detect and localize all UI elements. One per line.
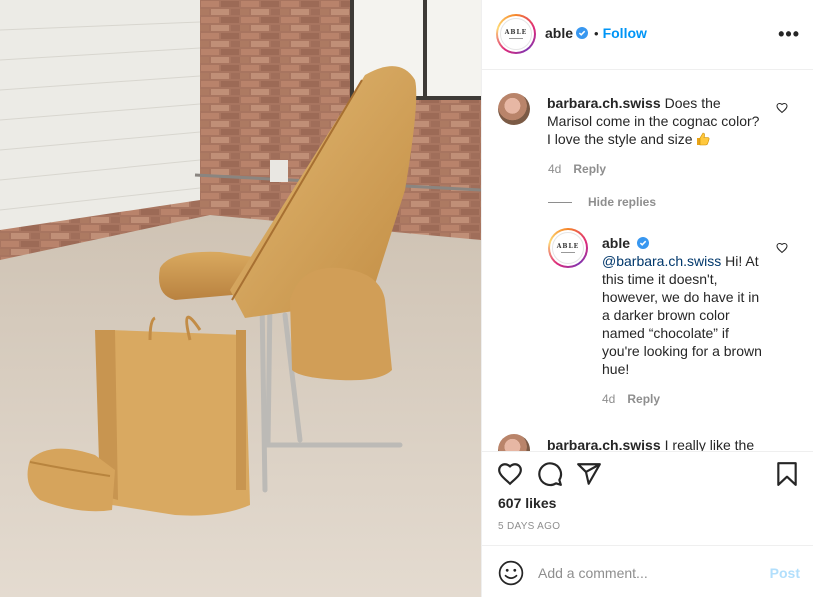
reply-age: 4d: [602, 392, 616, 406]
logo-text: ABLE: [504, 28, 528, 36]
reply-mention[interactable]: @barbara.ch.swiss: [602, 253, 721, 269]
able-logo: ABLE: [500, 18, 532, 50]
reply-text: Hi! At this time it doesn't, however, we…: [602, 253, 762, 377]
post-comment-button[interactable]: Post: [770, 565, 800, 581]
bookmark-icon[interactable]: [774, 461, 800, 487]
like-reply-heart-icon[interactable]: [776, 242, 788, 254]
reply-avatar[interactable]: ABLE: [548, 228, 588, 268]
logo-text: ABLE: [556, 242, 580, 250]
leather-bags-chair-image: [0, 0, 481, 597]
post-date: 5 DAYS AGO: [498, 521, 561, 532]
able-logo: ABLE: [552, 232, 584, 264]
commenter-avatar[interactable]: [498, 434, 530, 451]
likes-count[interactable]: 607 likes: [498, 495, 556, 511]
reply-meta: 4d Reply: [602, 392, 660, 406]
header-account: able • Follow: [545, 25, 647, 41]
instagram-post: ABLE able • Follow ••• barbara.ch.swiss …: [0, 0, 813, 597]
reply-body: able @barbara.ch.swiss Hi! At this time …: [602, 234, 762, 378]
comment-body: barbara.ch.swiss I really like the: [547, 436, 762, 451]
comment-username[interactable]: barbara.ch.swiss: [547, 437, 661, 451]
emoji-icon[interactable]: [498, 560, 524, 586]
verified-badge-icon: [637, 237, 650, 249]
reply-username[interactable]: able: [602, 235, 630, 251]
reply-button[interactable]: Reply: [573, 162, 606, 176]
heart-icon[interactable]: [497, 461, 523, 487]
account-username[interactable]: able: [545, 25, 573, 41]
follow-button[interactable]: Follow: [603, 25, 647, 41]
comment-icon[interactable]: [537, 461, 563, 487]
commenter-avatar[interactable]: [498, 93, 530, 125]
post-sidebar: ABLE able • Follow ••• barbara.ch.swiss …: [481, 0, 813, 597]
thumbs-up-icon: [697, 132, 710, 146]
reply-button[interactable]: Reply: [627, 392, 660, 406]
hide-replies-button[interactable]: Hide replies: [548, 195, 656, 209]
post-header: ABLE able • Follow •••: [482, 0, 813, 70]
comment-body: barbara.ch.swiss Does the Marisol come in…: [547, 94, 762, 148]
like-comment-heart-icon[interactable]: [776, 102, 788, 114]
comment-age: 4d: [548, 162, 562, 176]
share-icon[interactable]: [576, 461, 602, 487]
comment-text: I really like the: [664, 437, 755, 451]
post-photo[interactable]: [0, 0, 481, 597]
account-avatar[interactable]: ABLE: [496, 14, 536, 54]
comment-composer: Post: [482, 545, 813, 598]
comment-username[interactable]: barbara.ch.swiss: [547, 95, 661, 111]
verified-badge-icon: [576, 27, 589, 39]
separator-dot: •: [594, 25, 599, 41]
comments-list[interactable]: barbara.ch.swiss Does the Marisol come in…: [482, 71, 813, 451]
add-comment-input[interactable]: [538, 559, 758, 587]
comment-meta: 4d Reply: [548, 162, 606, 176]
post-actions: 607 likes 5 DAYS AGO Post: [482, 451, 813, 597]
more-options-button[interactable]: •••: [778, 24, 800, 45]
hide-replies-label: Hide replies: [588, 195, 657, 209]
